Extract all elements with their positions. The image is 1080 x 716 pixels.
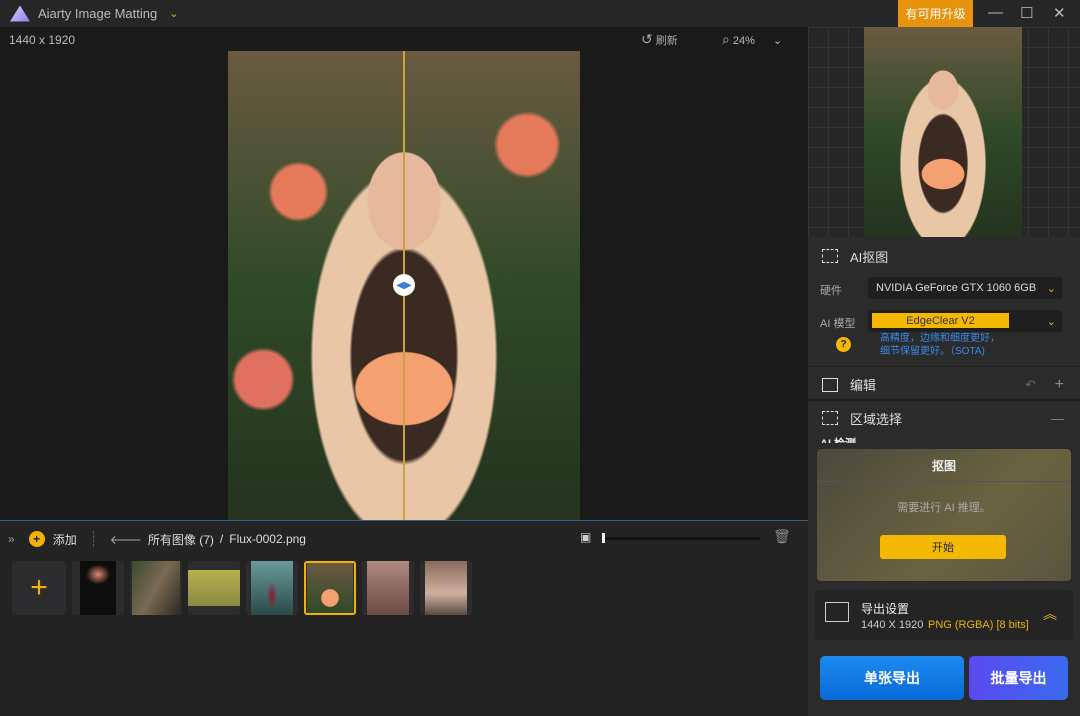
model-value: EdgeClear V2 (872, 313, 1009, 328)
chevron-down-icon[interactable]: ⌄ (169, 7, 178, 20)
right-panel: AI抠图 硬件 NVIDIA GeForce GTX 1060 6GB ⌄ AI … (808, 27, 1080, 716)
zoom-control[interactable]: ⌕ 24% ⌄ (722, 31, 782, 48)
thumbnail-selected[interactable] (304, 561, 356, 615)
thumbnail[interactable] (130, 561, 182, 615)
start-button[interactable]: 开始 (880, 535, 1006, 559)
crop-edit-icon (822, 377, 838, 392)
image-size-icon: ▣ (580, 530, 592, 544)
matting-card: 抠图 需要进行 AI 推理。 开始 (817, 449, 1071, 581)
app-title: Aiarty Image Matting (38, 6, 158, 21)
thumbnail[interactable] (72, 561, 124, 615)
refresh-icon: ↺ (641, 31, 653, 47)
collapse-icon[interactable]: — (1051, 411, 1064, 426)
refresh-button[interactable]: ↺ 刷新 (641, 31, 678, 48)
undo-icon[interactable]: ↶ (1025, 377, 1036, 393)
thumbnail[interactable] (362, 561, 414, 615)
export-title: 导出设置 (861, 602, 910, 616)
help-icon[interactable]: ? (836, 337, 851, 352)
thumbnail[interactable] (188, 561, 240, 615)
region-select-icon (822, 411, 838, 425)
section-title: AI抠图 (850, 249, 889, 265)
section-title: 编辑 (850, 378, 877, 393)
refresh-label: 刷新 (655, 35, 678, 47)
close-button[interactable]: ✕ (1053, 4, 1066, 22)
minimize-button[interactable]: — (988, 4, 1003, 21)
image-tray: » + 添加 🡐 所有图像 (7) / Flux-0002.png ▣ 🗑 + (0, 520, 808, 716)
back-arrow-icon[interactable]: 🡐 (110, 532, 142, 547)
image-canvas[interactable]: 1440 x 1920 ↺ 刷新 ⌕ 24% ⌄ ◀▶ (0, 27, 808, 520)
add-image-tile[interactable]: + (12, 561, 66, 615)
collapse-icon[interactable]: » (8, 532, 15, 546)
slider-handle[interactable] (602, 533, 605, 543)
region-section: 区域选择 — AI 检测 (808, 403, 1080, 444)
preview-panel (808, 27, 1080, 237)
chevron-up-double-icon[interactable]: ︽ (1043, 604, 1057, 624)
image-select-icon (822, 249, 838, 263)
single-export-button[interactable]: 单张导出 (820, 656, 964, 700)
add-button[interactable]: 添加 (53, 531, 77, 548)
maximize-button[interactable]: ☐ (1020, 4, 1033, 22)
chevron-down-icon: ⌄ (1046, 315, 1056, 328)
section-title: 区域选择 (850, 411, 903, 427)
breadcrumb-file: Flux-0002.png (229, 532, 306, 546)
thumbnail[interactable] (246, 561, 298, 615)
hardware-label: 硬件 (820, 285, 842, 297)
chevron-down-icon: ⌄ (1046, 282, 1056, 295)
model-select[interactable]: EdgeClear V2 ⌄ (868, 310, 1062, 332)
batch-export-button[interactable]: 批量导出 (969, 656, 1068, 700)
thumbnail-size-slider[interactable] (602, 533, 760, 543)
image-dimensions: 1440 x 1920 (9, 33, 76, 47)
trash-icon[interactable]: 🗑 (773, 528, 791, 545)
card-title: 抠图 (817, 449, 1071, 482)
preview-image (864, 27, 1022, 237)
export-size: 1440 X 1920 (861, 619, 924, 631)
model-label: AI 模型 (820, 318, 856, 330)
zoom-icon: ⌕ (722, 31, 730, 47)
upgrade-button[interactable]: 有可用升级 (898, 0, 973, 27)
model-description: 高精度，边缘和细度更好， (880, 333, 1000, 344)
title-bar: Aiarty Image Matting ⌄ 有可用升级 — ☐ ✕ (0, 0, 1080, 27)
export-format: PNG (RGBA) [8 bits] (928, 619, 1029, 631)
divider (92, 531, 94, 547)
breadcrumb-all-images[interactable]: 所有图像 (7) (148, 531, 214, 548)
chevron-down-icon[interactable]: ⌄ (773, 35, 782, 47)
monitor-gear-icon (825, 602, 849, 622)
compare-handle[interactable]: ◀▶ (393, 274, 415, 296)
zoom-value: 24% (732, 35, 755, 47)
hardware-select[interactable]: NVIDIA GeForce GTX 1060 6GB ⌄ (868, 277, 1062, 299)
edit-section[interactable]: 编辑 ↶ + (808, 368, 1080, 401)
app-logo-icon (10, 5, 30, 22)
export-settings[interactable]: 导出设置 1440 X 1920 PNG (RGBA) [8 bits] ︽ (815, 590, 1073, 640)
plus-icon[interactable]: + (1055, 376, 1064, 394)
hardware-value: NVIDIA GeForce GTX 1060 6GB (876, 282, 1037, 294)
thumbnail[interactable] (420, 561, 472, 615)
ai-detect-label: AI 检测 (820, 435, 856, 443)
model-description-2: 细节保留更好。（SOTA) (880, 346, 985, 357)
card-message: 需要进行 AI 推理。 (897, 502, 991, 514)
add-icon[interactable]: + (28, 531, 45, 547)
breadcrumb-separator: / (219, 532, 224, 546)
